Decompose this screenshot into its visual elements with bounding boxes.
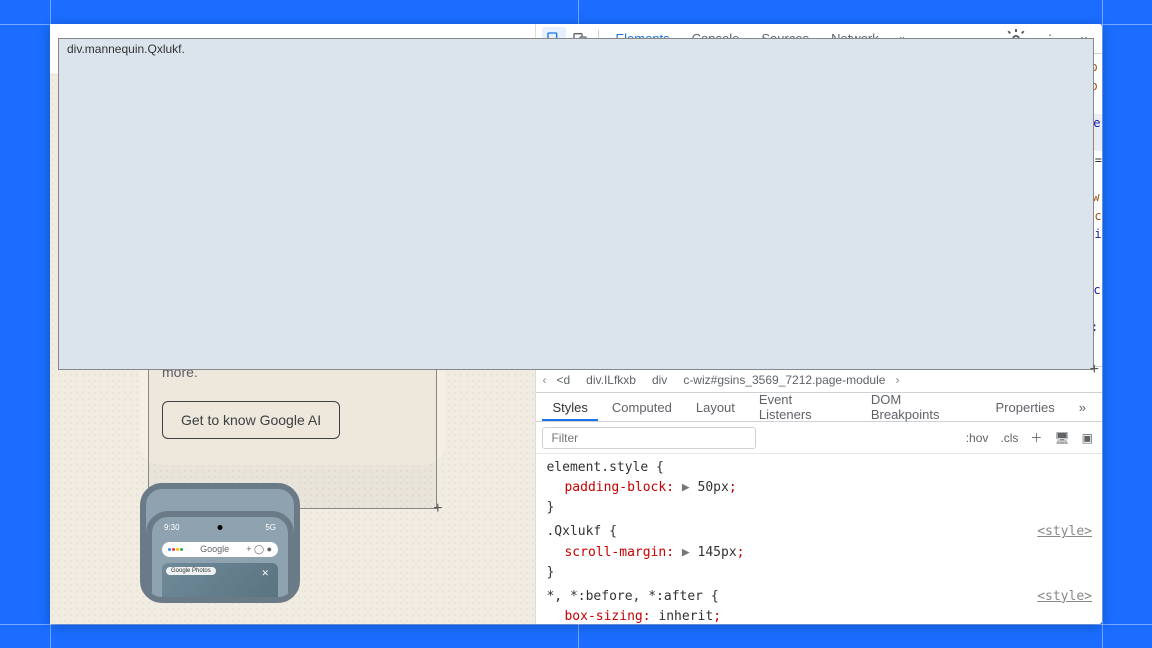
new-style-rule-icon[interactable]: ＋ [1027,427,1045,448]
subtabs-overflow-icon[interactable]: » [1069,394,1096,421]
subtab-styles[interactable]: Styles [542,394,597,421]
account-icon[interactable] [499,38,521,60]
inspect-element-icon[interactable] [542,27,566,51]
styles-subtabs: Styles Computed Layout Event Listeners D… [536,392,1102,422]
hamburger-menu-icon[interactable] [64,40,84,58]
phone-search-bar: Google + ◯ ● [162,542,278,557]
subtab-computed[interactable]: Computed [602,394,682,421]
phone-mock-card: 9:30 5G Google + ◯ ● ✕ Google Photos [140,483,300,603]
tab-network[interactable]: Network [821,24,889,53]
store-header [50,24,535,74]
search-icon[interactable] [419,38,441,60]
tab-console[interactable]: Console [682,24,750,53]
browser-devtools-window: Pixel puts AI in your hands. Google AI o… [50,24,1102,624]
phone-frame: 9:30 5G Google + ◯ ● ✕ Google Photos [146,511,294,603]
card-body-text: Google AI on Pixel 8 phones make everyda… [162,278,423,383]
style-rule[interactable]: <style> *, *:before, *:after { box-sizin… [546,587,1092,624]
tab-sources[interactable]: Sources [751,24,819,53]
devtools-tabbar: Elements Console Sources Network » ⋮ ✕ [536,24,1102,54]
phone-close-icon: ✕ [256,567,274,580]
dom-tree[interactable]: ▶<c-wiz jsrenderer="YLqaCd" class="page-… [536,54,1102,366]
google-logo-icon[interactable] [106,38,128,60]
subtab-layout[interactable]: Layout [686,394,745,421]
subtab-properties[interactable]: Properties [986,394,1065,421]
hov-toggle[interactable]: :hov [963,429,992,447]
settings-gear-icon[interactable] [1004,27,1028,51]
cta-button[interactable]: Get to know Google AI [162,401,340,439]
devtools-panel: Elements Console Sources Network » ⋮ ✕ ▶… [536,24,1102,624]
styles-filter-input[interactable] [542,427,755,449]
cart-icon[interactable] [459,38,481,60]
tabs-overflow-icon[interactable]: » [891,27,915,51]
styles-pane[interactable]: element.style { padding-block: ▶ 50px; }… [536,454,1102,624]
phone-status: 5G [265,523,276,532]
cls-toggle[interactable]: .cls [997,429,1021,447]
style-rule[interactable]: element.style { padding-block: ▶ 50px; } [546,458,1092,518]
style-rule[interactable]: <style> .Qxlukf { scroll-margin: ▶ 145px… [546,522,1092,582]
card-heading: Pixel puts AI in your hands. [162,236,423,258]
toggle-sidebar-icon[interactable]: ▣ [1079,429,1096,447]
kebab-menu-icon[interactable]: ⋮ [1038,27,1062,51]
phone-time: 9:30 [164,523,180,532]
styles-filter-bar: :hov .cls ＋ 🖥 ▣ [536,422,1102,454]
computed-styles-icon[interactable]: 🖥 [1051,429,1072,447]
device-toolbar-icon[interactable] [568,27,592,51]
close-devtools-icon[interactable]: ✕ [1072,27,1096,51]
phone-chip: Google Photos [166,567,216,575]
lens-sparkle-icon [162,191,184,213]
page-preview-pane: Pixel puts AI in your hands. Google AI o… [50,24,536,624]
hero-image-card [140,74,445,149]
ai-feature-card: Pixel puts AI in your hands. Google AI o… [140,163,445,465]
tab-elements[interactable]: Elements [605,24,679,53]
